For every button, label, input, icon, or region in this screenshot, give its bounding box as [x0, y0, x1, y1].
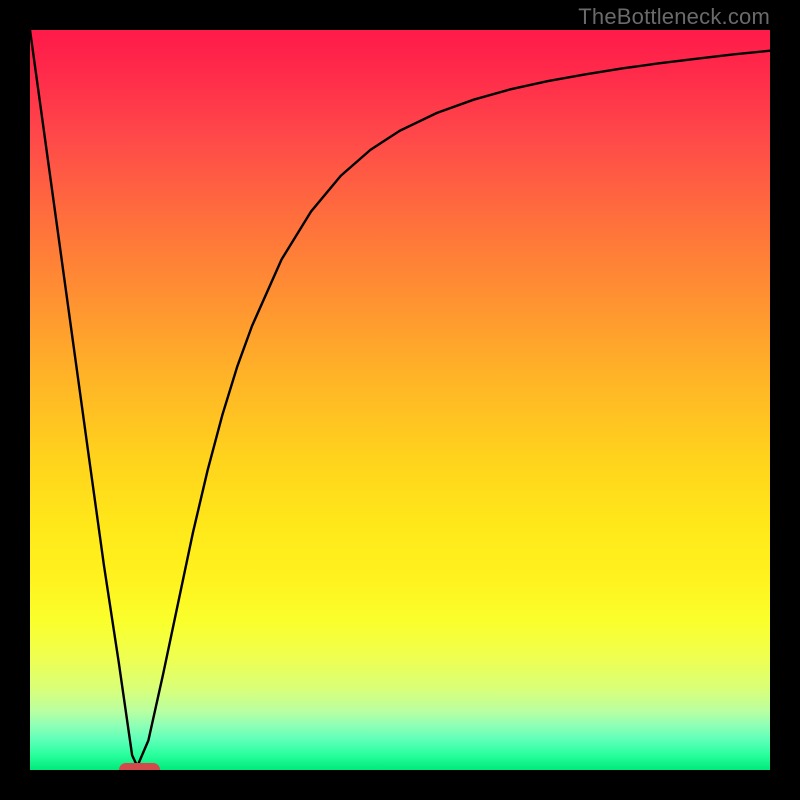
optimal-marker: [119, 763, 160, 770]
chart-frame: TheBottleneck.com: [0, 0, 800, 800]
bottleneck-curve: [30, 30, 770, 766]
curve-layer: [30, 30, 770, 770]
watermark-label: TheBottleneck.com: [578, 4, 770, 30]
plot-area: [30, 30, 770, 770]
